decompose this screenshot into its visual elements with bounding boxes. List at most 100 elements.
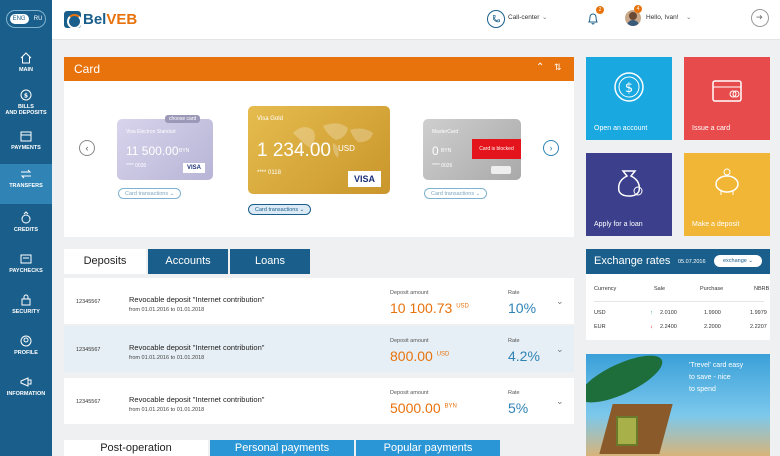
table-row[interactable]: 12345567 Revocable deposit "Internet con… — [64, 378, 574, 424]
deposit-title: Revocable deposit "Internet contribution… — [129, 395, 265, 404]
arrow-down-icon: ↓ — [650, 324, 653, 330]
card-visa-electron[interactable]: choose card Visa Electron Standart 11 50… — [117, 115, 213, 180]
rate-nbrb: 1.9979 — [750, 310, 767, 316]
deposit-amount: 5000.00 — [390, 400, 441, 416]
palm-leaf-image — [586, 354, 669, 412]
logo-text-veb: VEB — [106, 11, 138, 28]
sort-icon[interactable]: ⇅ — [554, 62, 562, 73]
rate-nbrb: 2.2207 — [750, 324, 767, 330]
sidebar-item-bills[interactable]: $ BILLS AND DEPOSITS — [0, 85, 52, 125]
greeting[interactable]: Hello, Ivan! — [646, 14, 679, 21]
promo-text-1: 'Trevel' card easy — [689, 362, 744, 369]
notification-badge: 2 — [596, 6, 604, 14]
bell-icon[interactable] — [587, 12, 599, 26]
promo-banner[interactable]: 'Trevel' card easy to save - nice to spe… — [586, 354, 770, 456]
exchange-select-value: exchange — [723, 258, 747, 264]
wallet-icon — [20, 131, 32, 142]
lang-ru[interactable]: RU — [34, 16, 43, 22]
callcenter-label[interactable]: Call-center — [508, 14, 539, 21]
coin-icon: $ — [20, 89, 32, 101]
card-carousel: ‹ › choose card Visa Electron Standart 1… — [64, 81, 574, 237]
sidebar-item-main[interactable]: MAIN — [0, 48, 52, 88]
chevron-down-icon[interactable]: ⌄ — [542, 13, 547, 21]
deposit-period: from 01.01.2016 to 01.01.2018 — [129, 355, 205, 361]
chevron-down-icon[interactable]: ⌄ — [556, 396, 564, 407]
card-transactions-label: Card transactions — [125, 191, 169, 197]
rate-purchase: 1.9900 — [704, 310, 721, 316]
card-name: MasterCard — [432, 129, 459, 135]
logout-icon[interactable] — [751, 9, 769, 27]
card-blocked-badge: Card is blocked — [472, 139, 521, 159]
sidebar-item-transfers[interactable]: TRANSFERS — [0, 164, 52, 204]
tile-label: Make a deposit — [692, 221, 740, 228]
promo-text-3: to spend — [689, 386, 716, 393]
rate-value: 10% — [508, 300, 537, 316]
card-mastercard[interactable]: MasterCard 0 BYN **** 0026 Card is block… — [423, 119, 521, 180]
chevron-down-icon[interactable]: ⌄ — [556, 296, 564, 307]
tab-post-operation[interactable]: Post-operation — [64, 440, 208, 456]
sidebar: ENG RU MAIN $ BILLS AND DEPOSITS PAYMENT… — [0, 0, 52, 456]
tile-apply-loan[interactable]: Apply for a loan — [586, 153, 672, 236]
prev-arrow-icon[interactable]: ‹ — [79, 140, 95, 156]
tab-popular-payments[interactable]: Popular payments — [356, 440, 500, 456]
tile-issue-card[interactable]: Issue a card — [684, 57, 770, 140]
card-transactions-label: Card transactions — [255, 207, 299, 213]
promo-text-2: to save - nice — [689, 374, 731, 381]
deposit-title: Revocable deposit "Internet contribution… — [129, 343, 265, 352]
phone-icon[interactable] — [487, 10, 505, 28]
sidebar-item-profile[interactable]: PROFILE — [0, 331, 52, 371]
deposit-period: from 01.01.2016 to 01.01.2018 — [129, 307, 205, 313]
next-arrow-icon[interactable]: › — [543, 140, 559, 156]
sidebar-item-payments[interactable]: PAYMENTS — [0, 126, 52, 166]
card-panel-header: Card ⌃ ⇅ — [64, 57, 574, 81]
header: Bel VEB Call-center ⌄ 2 4 Hello, Ivan! ⌄ — [52, 0, 780, 40]
credit-icon — [21, 211, 31, 224]
deposit-amount-label: Deposit amount — [390, 338, 429, 344]
tab-loans[interactable]: Loans — [230, 249, 310, 274]
sidebar-item-label: TRANSFERS — [9, 183, 43, 189]
sidebar-item-information[interactable]: INFORMATION — [0, 372, 52, 412]
card-name: Visa Gold — [257, 116, 283, 122]
visa-logo-icon: VISA — [182, 163, 205, 173]
chevron-down-icon[interactable]: ⌄ — [686, 13, 691, 21]
card-transactions-button[interactable]: Card transactions ⌄ — [118, 188, 182, 199]
deposit-amount-label: Deposit amount — [390, 390, 429, 396]
sidebar-item-credits[interactable]: CREDITS — [0, 208, 52, 248]
language-switch[interactable]: ENG RU — [6, 10, 46, 28]
card-transactions-button[interactable]: Card transactions ⌄ — [424, 188, 488, 199]
tab-deposits[interactable]: Deposits — [64, 249, 146, 274]
rate-label: Rate — [508, 390, 520, 396]
col-nbrb: NBRB — [754, 286, 770, 292]
card-icon — [712, 80, 742, 102]
tab-personal-payments[interactable]: Personal payments — [210, 440, 354, 456]
sidebar-item-paychecks[interactable]: PAYCHECKS — [0, 249, 52, 289]
chevron-down-icon[interactable]: ⌄ — [556, 344, 564, 355]
table-row[interactable]: 12345567 Revocable deposit "Internet con… — [64, 326, 574, 372]
tile-make-deposit[interactable]: Make a deposit — [684, 153, 770, 236]
deposit-amount: 800.00 — [390, 348, 433, 364]
card-amount: 1 234.00 — [257, 140, 331, 161]
deposit-currency: USD — [456, 303, 469, 310]
tile-open-account[interactable]: $ Open an account — [586, 57, 672, 140]
choose-card-label[interactable]: choose card — [165, 115, 201, 123]
card-currency: BYN — [179, 148, 190, 154]
card-panel-title: Card — [74, 62, 101, 76]
tab-accounts[interactable]: Accounts — [148, 249, 228, 274]
card-amount: 11 500.00 — [126, 144, 179, 158]
chevron-up-icon[interactable]: ⌃ — [536, 62, 544, 73]
sidebar-item-security[interactable]: SECURITY — [0, 290, 52, 330]
home-icon — [20, 52, 32, 64]
deposit-amount-label: Deposit amount — [390, 290, 429, 296]
card-name: Visa Electron Standart — [126, 129, 176, 135]
card-visa-gold[interactable]: Visa Gold 1 234.00 USD **** 0118 VISA — [248, 106, 390, 194]
lang-en[interactable]: ENG — [9, 14, 29, 24]
card-transactions-button[interactable]: Card transactions ⌄ — [248, 204, 312, 215]
deposit-id: 12345567 — [76, 299, 101, 305]
exchange-title: Exchange rates — [594, 255, 671, 267]
table-row[interactable]: 12345567 Revocable deposit "Internet con… — [64, 278, 574, 324]
logo[interactable]: Bel VEB — [64, 11, 138, 29]
rate-label: Rate — [508, 290, 520, 296]
sidebar-item-label: SECURITY — [12, 309, 40, 315]
exchange-select[interactable]: exchange ⌄ — [714, 255, 762, 267]
paycheck-icon — [20, 254, 32, 264]
